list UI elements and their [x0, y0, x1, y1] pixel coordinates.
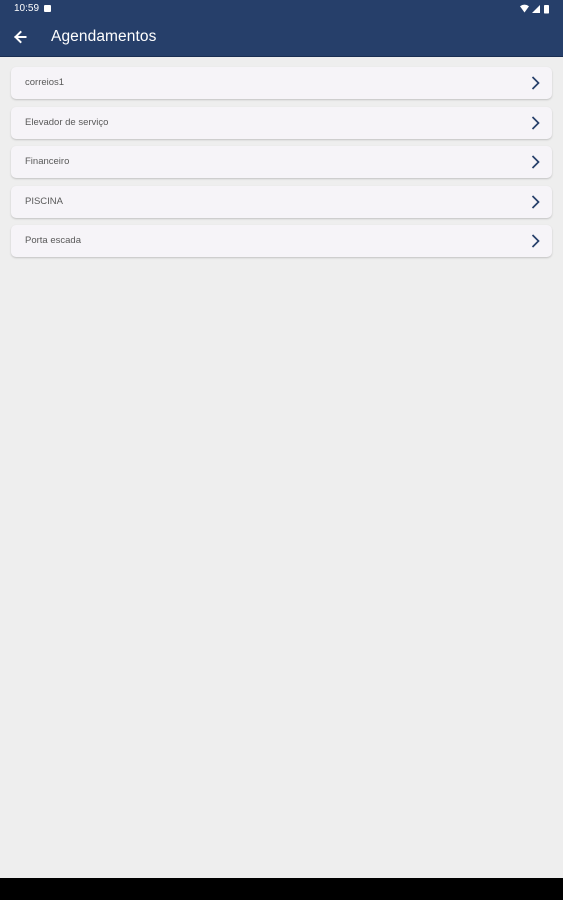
back-button[interactable] — [8, 25, 32, 49]
notification-icon — [44, 5, 51, 12]
battery-icon — [544, 5, 549, 14]
list-item-elevador-de-servico[interactable]: Elevador de serviço — [11, 106, 552, 139]
schedule-list: correios1 Elevador de serviço Financeiro… — [11, 67, 552, 265]
list-item-label: Financeiro — [25, 156, 70, 167]
chevron-right-icon — [531, 194, 540, 209]
toolbar: Agendamentos — [0, 18, 563, 56]
app-bar: 10:59 Agendamentos — [0, 0, 563, 57]
wifi-icon — [520, 4, 529, 13]
page-title: Agendamentos — [51, 28, 157, 45]
system-navigation-bar — [0, 878, 563, 900]
status-time: 10:59 — [14, 3, 40, 14]
list-item-label: correios1 — [25, 77, 65, 88]
chevron-right-icon — [531, 115, 540, 130]
arrow-back-icon — [14, 30, 27, 44]
list-item-financeiro[interactable]: Financeiro — [11, 146, 552, 178]
cellular-signal-icon — [532, 5, 540, 13]
list-item-piscina[interactable]: PISCINA — [11, 185, 552, 218]
chevron-right-icon — [531, 234, 540, 248]
list-item-label: Elevador de serviço — [25, 116, 109, 128]
list-item-label: Porta escada — [25, 235, 81, 246]
chevron-right-icon — [531, 155, 540, 169]
list-item-label: PISCINA — [25, 195, 64, 207]
status-bar: 10:59 — [0, 0, 563, 18]
list-item-porta-escada[interactable]: Porta escada — [11, 225, 552, 257]
chevron-right-icon — [531, 76, 540, 90]
list-item-correios1[interactable]: correios1 — [11, 67, 552, 99]
status-icons — [520, 4, 549, 14]
